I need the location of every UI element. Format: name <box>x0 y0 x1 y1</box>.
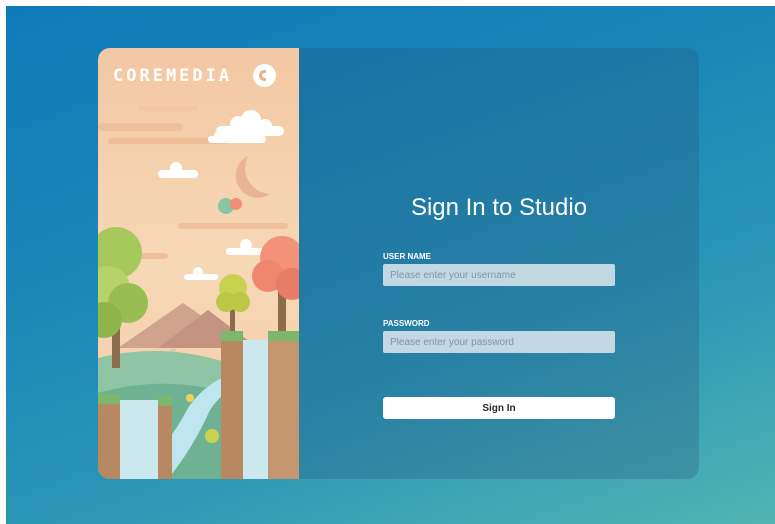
illustration-panel: COREMEDIA <box>98 48 299 479</box>
sign-in-button[interactable]: Sign In <box>383 397 615 419</box>
username-field[interactable] <box>383 264 615 286</box>
username-label: USER NAME <box>383 252 432 261</box>
password-label: PASSWORD <box>383 319 430 328</box>
illustration-landscape <box>98 48 299 479</box>
brand-logo-text: COREMEDIA <box>113 66 233 86</box>
password-field[interactable] <box>383 331 615 353</box>
login-card: COREMEDIA Sign In to Studio USER NAME PA… <box>98 48 699 479</box>
page-background: COREMEDIA Sign In to Studio USER NAME PA… <box>6 6 775 524</box>
page-title: Sign In to Studio <box>410 194 588 221</box>
coremedia-logo-icon <box>253 64 276 87</box>
